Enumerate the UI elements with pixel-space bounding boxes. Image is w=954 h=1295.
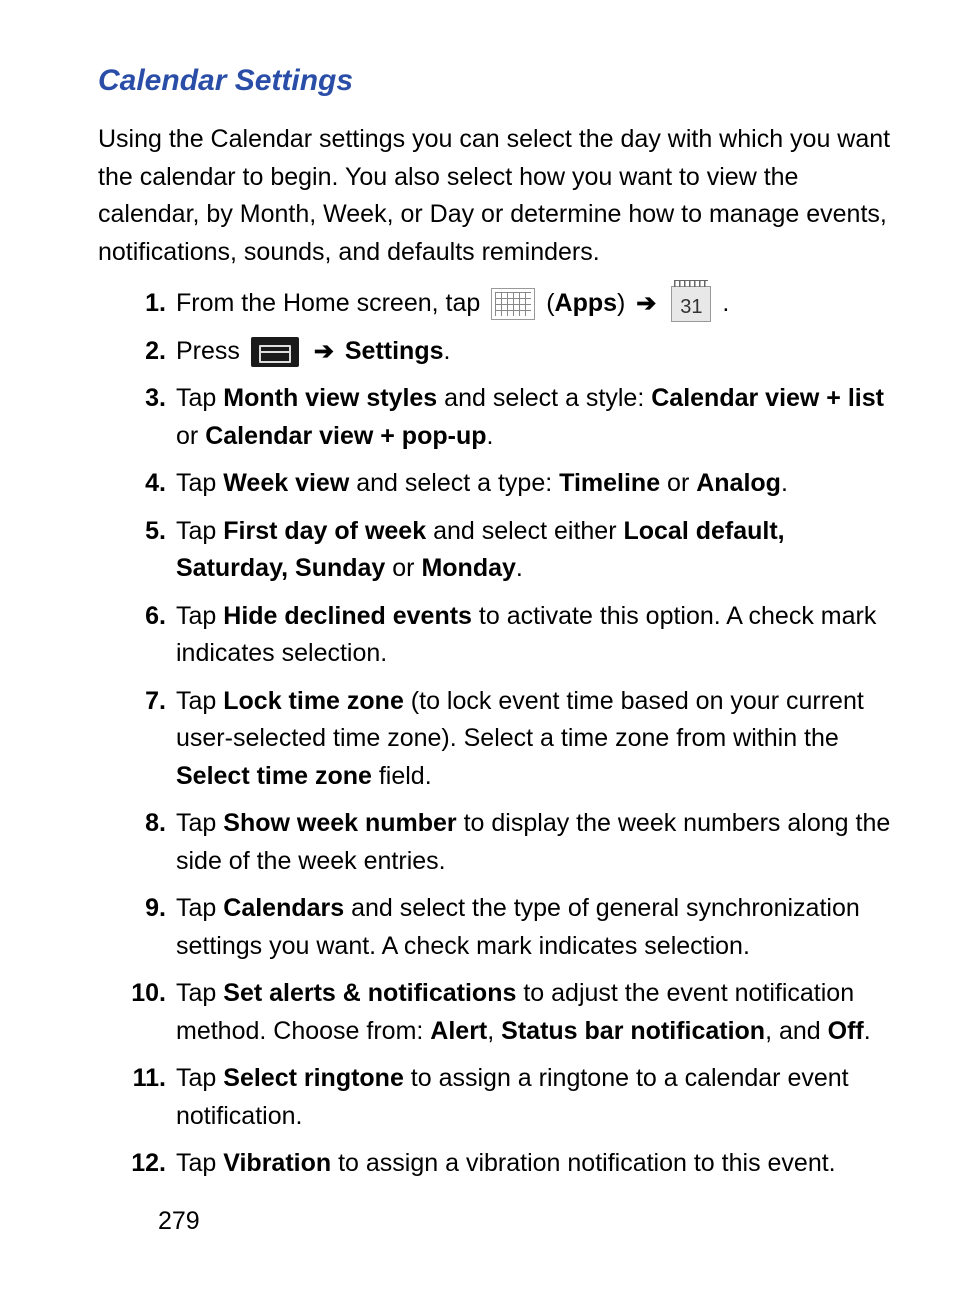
bold-term: Show week number	[223, 809, 456, 837]
step-number: 10.	[128, 975, 176, 1050]
step-text: )	[617, 289, 632, 317]
step-number: 1.	[128, 285, 176, 323]
step-text: Tap	[176, 384, 223, 412]
step-9: 9. Tap Calendars and select the type of …	[128, 890, 894, 965]
intro-paragraph: Using the Calendar settings you can sele…	[98, 121, 894, 271]
step-5: 5. Tap First day of week and select eith…	[128, 513, 894, 588]
step-text: Tap	[176, 894, 223, 922]
step-text: and select a type:	[349, 469, 559, 497]
step-number: 6.	[128, 598, 176, 673]
bold-term: Calendar view + pop-up	[205, 422, 486, 450]
bold-term: Lock time zone	[223, 687, 404, 715]
step-number: 2.	[128, 333, 176, 371]
step-text: Tap	[176, 979, 223, 1007]
step-12: 12. Tap Vibration to assign a vibration …	[128, 1145, 894, 1183]
step-7: 7. Tap Lock time zone (to lock event tim…	[128, 683, 894, 796]
bold-term: Calendars	[223, 894, 344, 922]
step-text: ,	[487, 1017, 501, 1045]
apps-label: Apps	[555, 289, 618, 317]
step-text: Tap	[176, 687, 223, 715]
step-text: .	[722, 289, 729, 317]
step-number: 5.	[128, 513, 176, 588]
settings-label: Settings	[345, 337, 444, 365]
step-text: field.	[372, 762, 432, 790]
step-3: 3. Tap Month view styles and select a st…	[128, 380, 894, 455]
step-number: 4.	[128, 465, 176, 503]
step-text: or	[385, 554, 421, 582]
page-number: 279	[158, 1203, 894, 1241]
bold-term: Monday	[421, 554, 515, 582]
step-text: Tap	[176, 1149, 223, 1177]
step-text: Tap	[176, 469, 223, 497]
step-2: 2. Press ➔ Settings.	[128, 333, 894, 371]
step-10: 10. Tap Set alerts & notifications to ad…	[128, 975, 894, 1050]
bold-term: Off	[828, 1017, 864, 1045]
bold-term: Select ringtone	[223, 1064, 404, 1092]
steps-list: 1. From the Home screen, tap (Apps) ➔ 31…	[98, 285, 894, 1183]
bold-term: Vibration	[223, 1149, 331, 1177]
bold-term: Analog	[696, 469, 781, 497]
step-number: 9.	[128, 890, 176, 965]
step-number: 3.	[128, 380, 176, 455]
bold-term: Month view styles	[223, 384, 437, 412]
step-text: Press	[176, 337, 247, 365]
arrow-right-icon: ➔	[314, 334, 334, 370]
bold-term: Calendar view + list	[651, 384, 884, 412]
step-text: to assign a vibration notification to th…	[331, 1149, 835, 1177]
step-1: 1. From the Home screen, tap (Apps) ➔ 31…	[128, 285, 894, 323]
menu-button-icon	[251, 337, 299, 367]
calendar-icon: 31	[671, 286, 711, 322]
step-text: .	[516, 554, 523, 582]
step-number: 7.	[128, 683, 176, 796]
step-text: .	[864, 1017, 871, 1045]
step-text: From the Home screen, tap	[176, 289, 487, 317]
step-8: 8. Tap Show week number to display the w…	[128, 805, 894, 880]
step-number: 12.	[128, 1145, 176, 1183]
section-title: Calendar Settings	[98, 58, 894, 103]
step-text: .	[781, 469, 788, 497]
step-text: or	[660, 469, 696, 497]
step-number: 8.	[128, 805, 176, 880]
step-text: Tap	[176, 602, 223, 630]
bold-term: Timeline	[559, 469, 660, 497]
calendar-icon-day: 31	[680, 296, 702, 318]
bold-term: Set alerts & notifications	[223, 979, 516, 1007]
apps-grid-icon	[491, 288, 535, 320]
step-6: 6. Tap Hide declined events to activate …	[128, 598, 894, 673]
step-11: 11. Tap Select ringtone to assign a ring…	[128, 1060, 894, 1135]
bold-term: Select time zone	[176, 762, 372, 790]
step-text: Tap	[176, 809, 223, 837]
step-text: Tap	[176, 1064, 223, 1092]
bold-term: Hide declined events	[223, 602, 472, 630]
bold-term: First day of week	[223, 517, 426, 545]
step-number: 11.	[128, 1060, 176, 1135]
step-text: .	[487, 422, 494, 450]
step-text: (	[546, 289, 554, 317]
step-text: Tap	[176, 517, 223, 545]
step-text: , and	[765, 1017, 828, 1045]
arrow-right-icon: ➔	[636, 286, 656, 322]
step-text: .	[444, 337, 451, 365]
step-4: 4. Tap Week view and select a type: Time…	[128, 465, 894, 503]
bold-term: Alert	[430, 1017, 487, 1045]
bold-term: Week view	[223, 469, 349, 497]
bold-term: Status bar notification	[501, 1017, 765, 1045]
step-text: and select either	[426, 517, 623, 545]
step-text: or	[176, 422, 205, 450]
step-text: and select a style:	[437, 384, 651, 412]
